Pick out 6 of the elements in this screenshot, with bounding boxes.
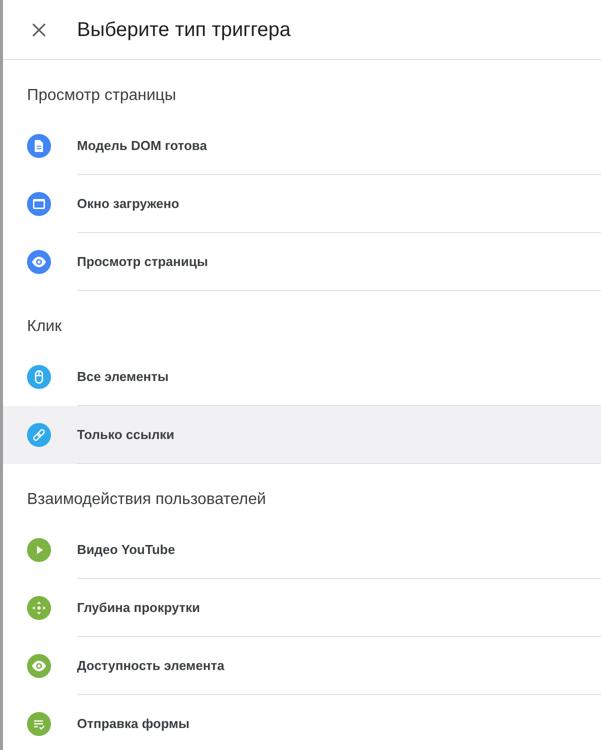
section-heading: Просмотр страницы bbox=[26, 86, 178, 106]
section-heading: Взаимодействия пользователей bbox=[26, 490, 267, 510]
trigger-option[interactable]: Только ссылки bbox=[3, 406, 601, 464]
close-icon bbox=[32, 22, 46, 36]
section-heading: Клик bbox=[26, 317, 63, 337]
dialog-title: Выберите тип триггера bbox=[77, 18, 291, 42]
